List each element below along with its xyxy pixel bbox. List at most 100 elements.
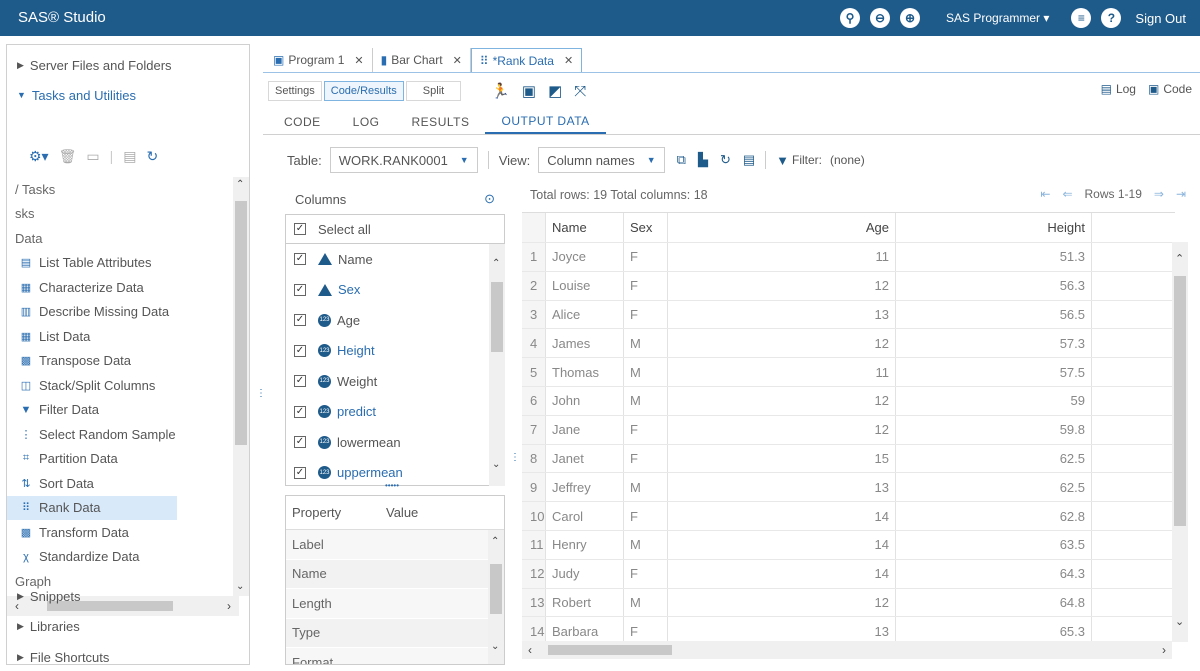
column-item[interactable]: ✓ 123 predict — [286, 397, 489, 428]
scroll-up-icon[interactable]: ⌃ — [236, 179, 244, 190]
task-item[interactable]: ▼ Filter Data — [7, 398, 237, 423]
export-icon[interactable]: ▤ — [743, 152, 755, 168]
column-checkbox[interactable]: ✓ — [294, 436, 306, 449]
close-icon[interactable]: ✕ — [354, 54, 363, 67]
refresh-icon[interactable]: ↻ — [146, 148, 158, 165]
panel-splitter[interactable]: ⋮ — [510, 453, 520, 463]
task-item[interactable]: ▩ Transform Data — [7, 520, 237, 545]
scroll-left-icon[interactable]: ‹ — [528, 643, 532, 657]
scroll-up-icon[interactable]: ⌃ — [1175, 252, 1184, 265]
print-icon[interactable]: ▙ — [698, 152, 708, 168]
tasks-vertical-scrollbar[interactable]: ⌃ ⌄ — [233, 177, 249, 596]
sign-out-link[interactable]: Sign Out — [1135, 11, 1186, 26]
maximize-icon[interactable]: ⤧ — [574, 83, 586, 100]
subtab-log[interactable]: LOG — [337, 110, 396, 134]
task-item[interactable]: ▦ Characterize Data — [7, 275, 237, 300]
column-checkbox[interactable]: ✓ — [294, 375, 306, 388]
column-item[interactable]: ✓ 123 lowermean — [286, 427, 489, 458]
column-header-name[interactable]: Name — [546, 213, 624, 242]
column-checkbox[interactable]: ✓ — [294, 405, 306, 418]
collapse-panel-icon[interactable]: ⊙ — [484, 191, 495, 207]
table-row[interactable]: 10 Carol F 14 62.8 — [522, 502, 1175, 531]
task-item[interactable]: ⠿ Rank Data — [7, 495, 177, 520]
list-view-icon[interactable]: ▤ — [123, 148, 136, 165]
section-libraries[interactable]: ▶ Libraries — [7, 612, 249, 640]
scroll-up-icon[interactable]: ⌃ — [492, 258, 500, 269]
columns-splitter[interactable]: ••••• — [385, 482, 399, 490]
task-item[interactable]: ⇅ Sort Data — [7, 471, 237, 496]
section-server-files[interactable]: ▶ Server Files and Folders — [7, 51, 249, 79]
scroll-thumb[interactable] — [1174, 276, 1186, 526]
grid-vertical-scrollbar[interactable]: ⌃ ⌄ — [1172, 242, 1188, 642]
settings-button[interactable]: Settings — [268, 81, 322, 101]
filter-icon[interactable]: ▼ — [776, 153, 789, 168]
table-row[interactable]: 13 Robert M 12 64.8 — [522, 588, 1175, 618]
table-row[interactable]: 11 Henry M 14 63.5 — [522, 530, 1175, 560]
column-checkbox[interactable]: ✓ — [294, 283, 306, 296]
select-all-row[interactable]: ✓ Select all — [285, 214, 505, 244]
section-tasks-utilities[interactable]: ▼ Tasks and Utilities — [7, 81, 249, 109]
scroll-thumb[interactable] — [548, 645, 672, 655]
previous-page-icon[interactable]: ⇐ — [1062, 187, 1072, 201]
properties-icon[interactable]: ▭ — [86, 148, 99, 165]
task-item[interactable]: ▦ List Data — [7, 324, 237, 349]
code-button[interactable]: ▣ Code — [1148, 82, 1192, 96]
subtab-code[interactable]: CODE — [268, 110, 337, 134]
table-row[interactable]: 5 Thomas M 11 57.5 — [522, 358, 1175, 387]
task-item[interactable]: ⋮ Select Random Sample — [7, 422, 237, 447]
column-checkbox[interactable]: ✓ — [294, 466, 306, 479]
help-icon[interactable]: ? — [1101, 8, 1122, 28]
tab-rankdata[interactable]: ⠿ *Rank Data ✕ — [470, 48, 583, 72]
column-item[interactable]: ✓ Sex — [286, 275, 489, 306]
query-icon[interactable]: ⧉ — [677, 152, 686, 168]
task-item[interactable]: sks — [7, 202, 237, 227]
table-row[interactable]: 14 Barbara F 13 65.3 — [522, 617, 1175, 642]
table-row[interactable]: 8 Janet F 15 62.5 — [522, 444, 1175, 474]
subtab-output-data[interactable]: OUTPUT DATA — [485, 110, 606, 134]
close-icon[interactable]: ✕ — [564, 54, 573, 67]
select-all-checkbox[interactable]: ✓ — [294, 223, 306, 235]
table-row[interactable]: 7 Jane F 12 59.8 — [522, 415, 1175, 445]
table-row[interactable]: 2 Louise F 12 56.3 — [522, 271, 1175, 301]
table-row[interactable]: 6 John M 12 59 — [522, 386, 1175, 416]
scroll-right-icon[interactable]: › — [1162, 643, 1166, 657]
table-select[interactable]: WORK.RANK0001 ▼ — [329, 147, 478, 173]
column-item[interactable]: ✓ 123 Age — [286, 305, 489, 336]
code-results-button[interactable]: Code/Results — [323, 81, 404, 101]
column-header-height[interactable]: Height — [896, 213, 1092, 242]
run-icon[interactable]: 🏃 — [491, 82, 510, 100]
column-checkbox[interactable]: ✓ — [294, 344, 306, 357]
next-page-icon[interactable]: ⇒ — [1154, 187, 1164, 201]
split-button[interactable]: Split — [405, 81, 462, 101]
tab-program[interactable]: ▣ Program 1 ✕ — [265, 48, 373, 72]
scroll-thumb[interactable] — [490, 564, 502, 614]
last-page-icon[interactable]: ⇥ — [1176, 187, 1186, 201]
scroll-up-icon[interactable]: ⌃ — [491, 536, 499, 547]
scroll-down-icon[interactable]: ⌄ — [492, 459, 500, 470]
more-menu-icon[interactable]: ≡ — [1071, 8, 1092, 28]
task-item[interactable]: ⌗ Partition Data — [7, 447, 237, 472]
columns-scrollbar[interactable]: ⌃ ⌄ — [489, 244, 505, 486]
search-icon[interactable]: ⚲ — [840, 8, 861, 28]
task-item[interactable]: χ Standardize Data — [7, 545, 237, 570]
grid-horizontal-scrollbar[interactable]: ‹ › — [522, 641, 1172, 659]
column-header-sex[interactable]: Sex — [624, 213, 668, 242]
column-checkbox[interactable]: ✓ — [294, 253, 306, 266]
log-button[interactable]: ▤ Log — [1101, 82, 1136, 96]
column-header-age[interactable]: Age — [668, 213, 896, 242]
table-row[interactable]: 12 Judy F 14 64.3 — [522, 559, 1175, 589]
refresh-icon[interactable]: ↻ — [720, 152, 731, 168]
globe-icon[interactable]: ⊕ — [900, 8, 921, 28]
task-item[interactable]: ▥ Describe Missing Data — [7, 300, 237, 325]
task-item[interactable]: ◫ Stack/Split Columns — [7, 373, 237, 398]
new-options-icon[interactable]: ⊖ — [870, 8, 891, 28]
column-item[interactable]: ✓ 123 Height — [286, 336, 489, 367]
view-select[interactable]: Column names ▼ — [538, 147, 665, 173]
scroll-down-icon[interactable]: ⌄ — [1175, 615, 1184, 628]
task-item[interactable]: ▤ List Table Attributes — [7, 251, 237, 276]
table-row[interactable]: 4 James M 12 57.3 — [522, 329, 1175, 359]
tab-barchart[interactable]: ▮ Bar Chart ✕ — [373, 48, 471, 72]
save-as-icon[interactable]: ◩ — [548, 82, 562, 100]
scroll-down-icon[interactable]: ⌄ — [491, 641, 499, 652]
section-file-shortcuts[interactable]: ▶ File Shortcuts — [7, 643, 249, 671]
